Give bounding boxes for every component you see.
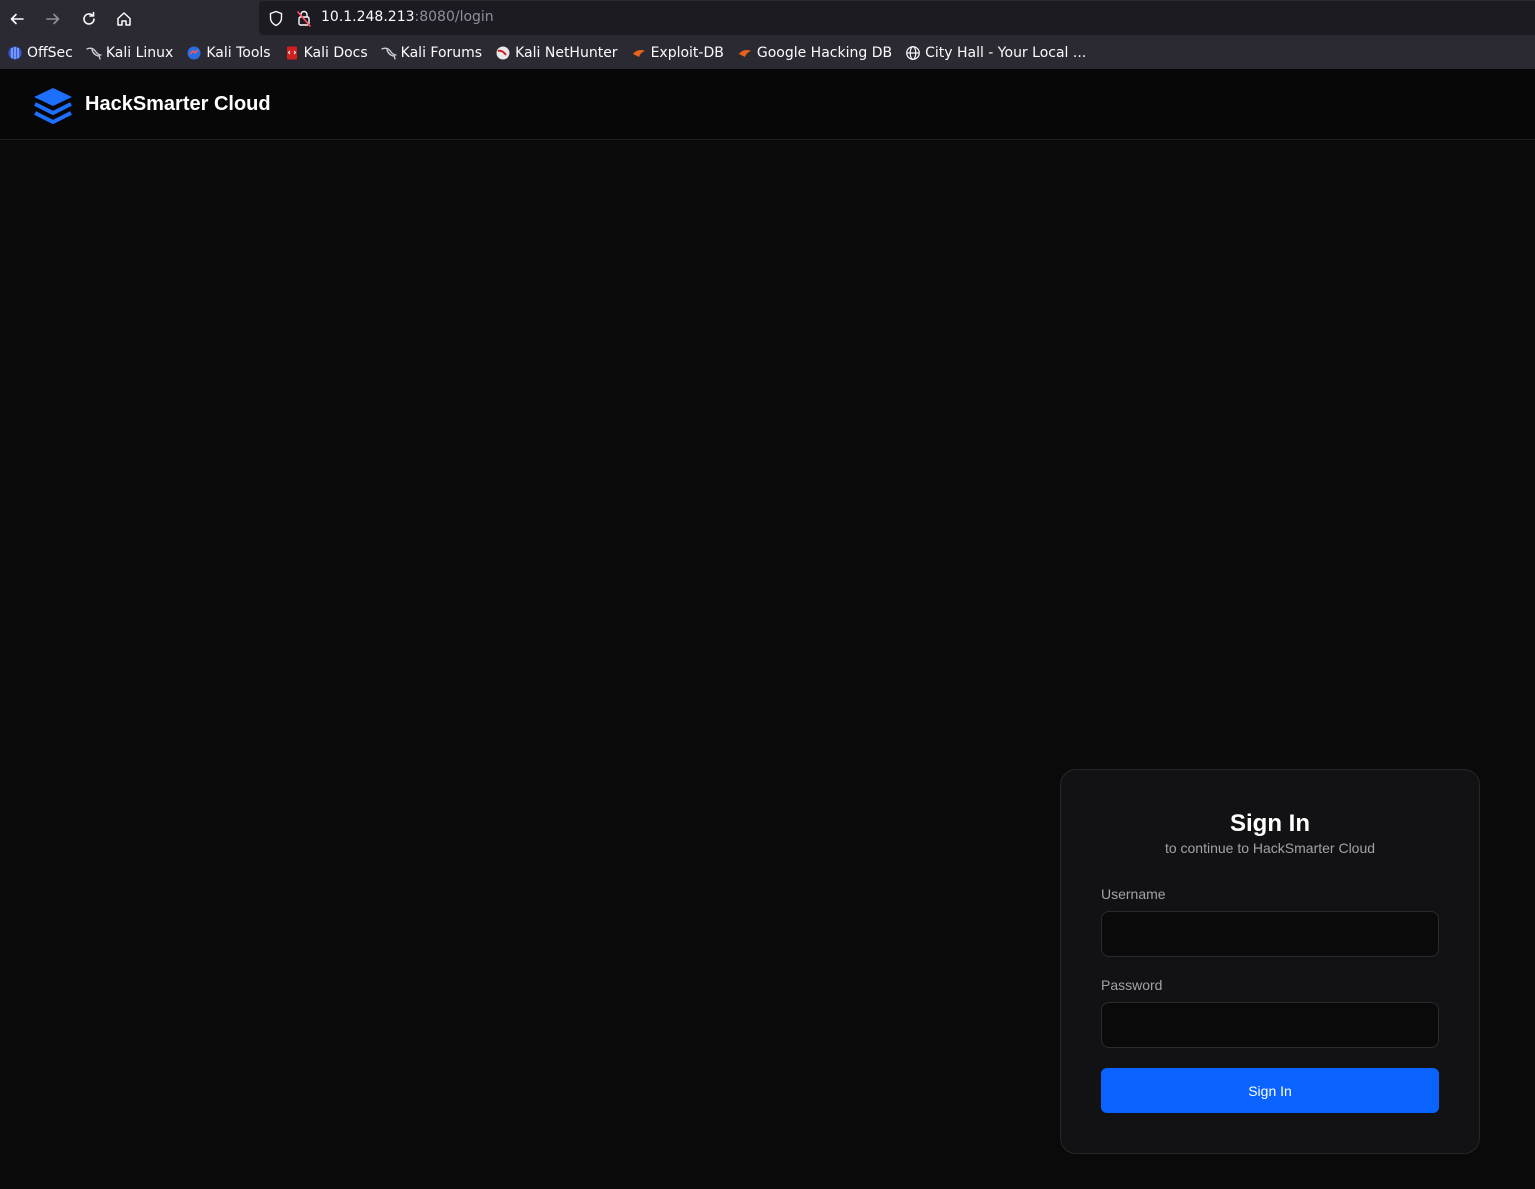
bookmark-kali-docs[interactable]: Kali Docs [282, 41, 373, 65]
bookmark-label: Kali NetHunter [515, 45, 618, 61]
kali-dragon-icon [86, 45, 102, 61]
bookmark-city-hall[interactable]: City Hall - Your Local ... [903, 41, 1091, 65]
home-icon[interactable] [111, 6, 137, 32]
url-path: :8080/login [414, 9, 494, 25]
bookmark-google-hacking-db[interactable]: Google Hacking DB [735, 41, 897, 65]
globe-icon [905, 45, 921, 61]
stacked-layers-icon[interactable] [31, 86, 75, 130]
bookmark-label: Exploit-DB [650, 45, 724, 61]
login-card: Sign In to continue to HackSmarter Cloud… [1060, 769, 1480, 1154]
login-title: Sign In [1230, 810, 1310, 837]
bookmark-label: Kali Forums [400, 45, 483, 61]
password-input[interactable] [1101, 1002, 1439, 1048]
back-icon[interactable] [4, 6, 30, 32]
username-label: Username [1101, 886, 1166, 902]
url-text[interactable]: 10.1.248.213:8080/login [321, 9, 494, 25]
bookmark-label: Kali Tools [206, 45, 271, 61]
exploit-db-icon [737, 45, 753, 61]
password-label: Password [1101, 977, 1163, 993]
bookmark-label: City Hall - Your Local ... [925, 45, 1087, 61]
url-host: 10.1.248.213 [321, 9, 415, 25]
bookmark-offsec[interactable]: OffSec [5, 41, 78, 65]
bookmark-kali-linux[interactable]: Kali Linux [84, 41, 178, 65]
bookmark-label: Kali Linux [105, 45, 174, 61]
bookmark-label: Kali Docs [303, 45, 368, 61]
bookmark-kali-tools[interactable]: Kali Tools [184, 41, 275, 65]
url-bar[interactable]: 10.1.248.213:8080/login [259, 1, 1535, 35]
forward-icon[interactable] [40, 6, 66, 32]
bookmark-kali-forums[interactable]: Kali Forums [379, 41, 487, 65]
kali-tools-icon [186, 45, 202, 61]
exploit-db-icon [631, 45, 647, 61]
shield-icon[interactable] [268, 10, 284, 31]
username-input[interactable] [1101, 911, 1439, 957]
bookmarks-bar: OffSec Kali Linux Kali Tools Kali Docs K… [0, 37, 1535, 69]
bookmark-kali-nethunter[interactable]: Kali NetHunter [493, 41, 622, 65]
reload-icon[interactable] [76, 6, 102, 32]
browser-toolbar: 10.1.248.213:8080/login [0, 0, 1535, 37]
insecure-lock-icon[interactable] [296, 9, 312, 31]
page: HackSmarter Cloud Sign In to continue to… [0, 69, 1535, 1189]
kali-dragon-icon [381, 45, 397, 61]
bookmark-exploit-db[interactable]: Exploit-DB [629, 41, 729, 65]
sign-in-button[interactable]: Sign In [1101, 1068, 1439, 1113]
app-header: HackSmarter Cloud [0, 69, 1535, 140]
nethunter-icon [495, 45, 511, 61]
kali-docs-icon [284, 45, 300, 61]
bookmark-label: OffSec [27, 45, 73, 61]
offsec-icon [7, 45, 23, 61]
login-subtitle: to continue to HackSmarter Cloud [1164, 840, 1376, 856]
brand-name[interactable]: HackSmarter Cloud [85, 93, 271, 116]
bookmark-label: Google Hacking DB [756, 45, 893, 61]
